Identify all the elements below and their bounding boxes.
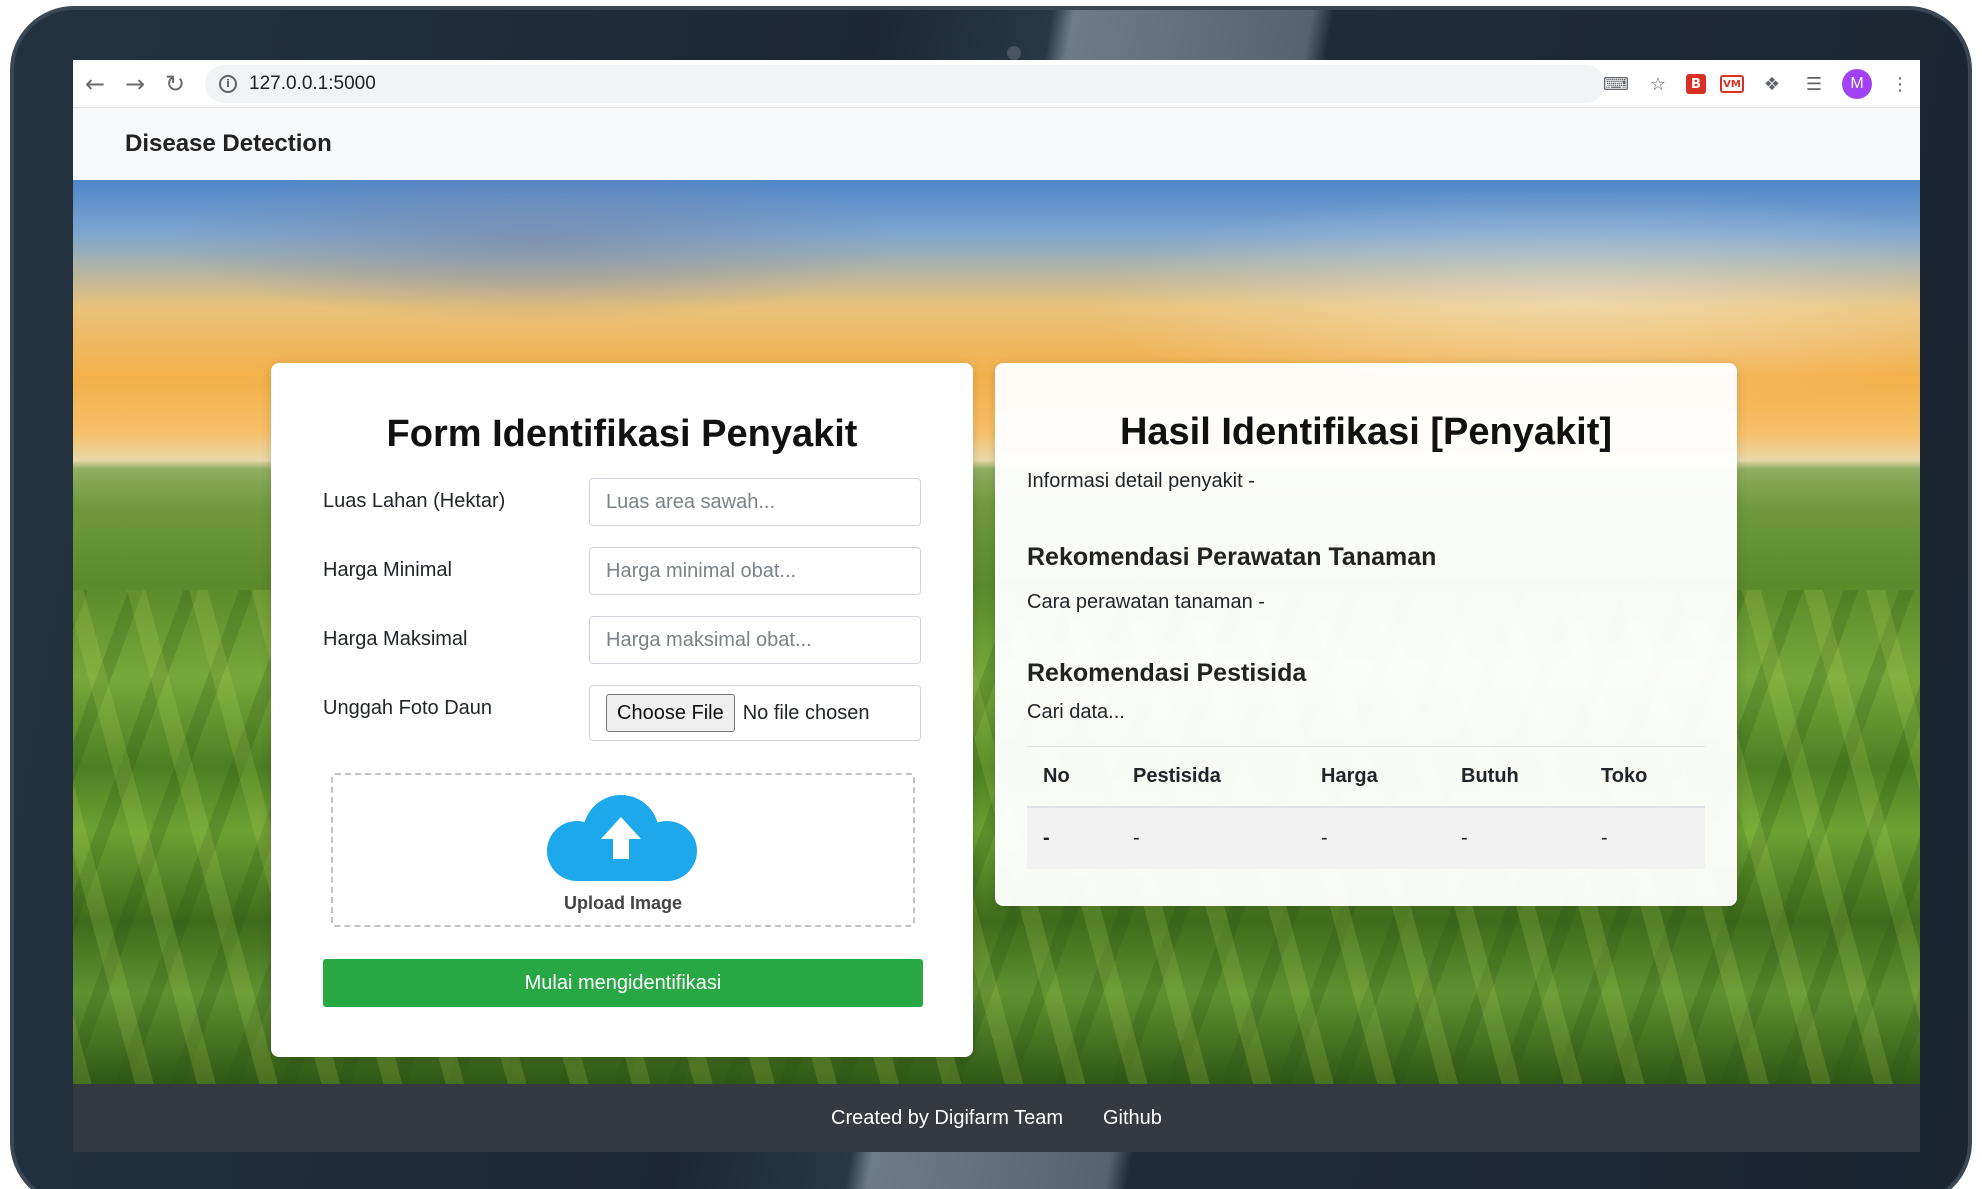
pesticide-table: No Pestisida Harga Butuh Toko - - - - - xyxy=(1027,746,1705,869)
column-no: No xyxy=(1027,746,1117,808)
pesticide-search-text: Cari data... xyxy=(1027,701,1125,723)
column-need: Butuh xyxy=(1445,746,1585,808)
identify-button[interactable]: Mulai mengidentifikasi xyxy=(323,959,923,1007)
extension-icons: ⌨ ☆ B VM ❖ ☰ M ⋮ xyxy=(1602,60,1920,108)
column-store: Toko xyxy=(1585,746,1705,808)
min-price-input[interactable] xyxy=(589,547,921,595)
cloud-upload-icon xyxy=(547,795,697,881)
menu-icon[interactable]: ⋮ xyxy=(1886,70,1914,98)
github-link[interactable]: Github xyxy=(1103,1107,1162,1130)
upload-image-label: Upload Image xyxy=(563,893,683,913)
identification-result-card: Hasil Identifikasi [Penyakit] Informasi … xyxy=(995,363,1737,906)
label-area: Luas Lahan (Hektar) xyxy=(323,490,506,512)
puzzle-icon[interactable]: ❖ xyxy=(1758,70,1786,98)
reload-icon[interactable]: ↻ xyxy=(155,64,195,104)
form-row-min-price: Harga Minimal xyxy=(323,547,923,595)
footer: Created by Digifarm Team Github xyxy=(73,1084,1920,1152)
pesticide-heading: Rekomendasi Pestisida xyxy=(1027,659,1307,687)
max-price-input[interactable] xyxy=(589,616,921,664)
app-navbar: Disease Detection xyxy=(73,108,1920,180)
file-input[interactable]: Choose File No file chosen xyxy=(589,685,921,741)
form-title: Form Identifikasi Penyakit xyxy=(386,413,858,455)
extension-b-icon[interactable]: B xyxy=(1686,74,1706,94)
browser-toolbar: ← → ↻ i 127.0.0.1:5000 ⌨ ☆ B VM ❖ ☰ M ⋮ xyxy=(73,60,1920,108)
star-icon[interactable]: ☆ xyxy=(1644,70,1672,98)
label-min-price: Harga Minimal xyxy=(323,559,452,581)
cell-pesticide: - xyxy=(1117,806,1305,869)
column-pesticide: Pestisida xyxy=(1117,746,1305,808)
cell-no: - xyxy=(1027,806,1117,869)
file-status: No file chosen xyxy=(742,701,870,724)
media-queue-icon[interactable]: ☰ xyxy=(1800,70,1828,98)
extension-vm-icon[interactable]: VM xyxy=(1720,75,1744,93)
label-upload: Unggah Foto Daun xyxy=(323,697,493,719)
address-bar[interactable]: i 127.0.0.1:5000 xyxy=(205,64,1605,103)
care-text: Cara perawatan tanaman - xyxy=(1027,591,1265,613)
screen: ← → ↻ i 127.0.0.1:5000 ⌨ ☆ B VM ❖ ☰ M ⋮ … xyxy=(73,60,1920,1152)
form-row-max-price: Harga Maksimal xyxy=(323,616,923,664)
table-row: - - - - - xyxy=(1027,806,1705,869)
form-row-upload: Unggah Foto Daun Choose File No file cho… xyxy=(323,685,923,741)
column-price: Harga xyxy=(1305,746,1445,808)
cell-need: - xyxy=(1445,806,1585,869)
avatar[interactable]: M xyxy=(1842,69,1872,99)
identification-form-card: Form Identifikasi Penyakit Luas Lahan (H… xyxy=(271,363,973,1057)
cell-price: - xyxy=(1305,806,1445,869)
brand-title[interactable]: Disease Detection xyxy=(125,130,332,158)
disease-detail-text: Informasi detail penyakit - xyxy=(1027,470,1255,492)
url-text[interactable]: 127.0.0.1:5000 xyxy=(249,73,376,95)
cell-store: - xyxy=(1585,806,1705,869)
table-header-row: No Pestisida Harga Butuh Toko xyxy=(1027,746,1705,808)
choose-file-button[interactable]: Choose File xyxy=(606,694,735,732)
form-row-area: Luas Lahan (Hektar) xyxy=(323,478,923,526)
result-title: Hasil Identifikasi [Penyakit] xyxy=(1119,411,1613,453)
info-icon[interactable]: i xyxy=(219,74,237,93)
care-heading: Rekomendasi Perawatan Tanaman xyxy=(1027,543,1437,571)
forward-icon[interactable]: → xyxy=(115,64,155,104)
back-icon[interactable]: ← xyxy=(75,64,115,104)
area-input[interactable] xyxy=(589,478,921,526)
cornfield-background: Form Identifikasi Penyakit Luas Lahan (H… xyxy=(73,180,1920,1084)
upload-dropzone[interactable]: Upload Image xyxy=(331,773,915,927)
translate-icon[interactable]: ⌨ xyxy=(1602,70,1630,98)
camera-dot xyxy=(1007,46,1021,60)
footer-credit: Created by Digifarm Team xyxy=(831,1106,1063,1129)
label-max-price: Harga Maksimal xyxy=(323,628,468,650)
